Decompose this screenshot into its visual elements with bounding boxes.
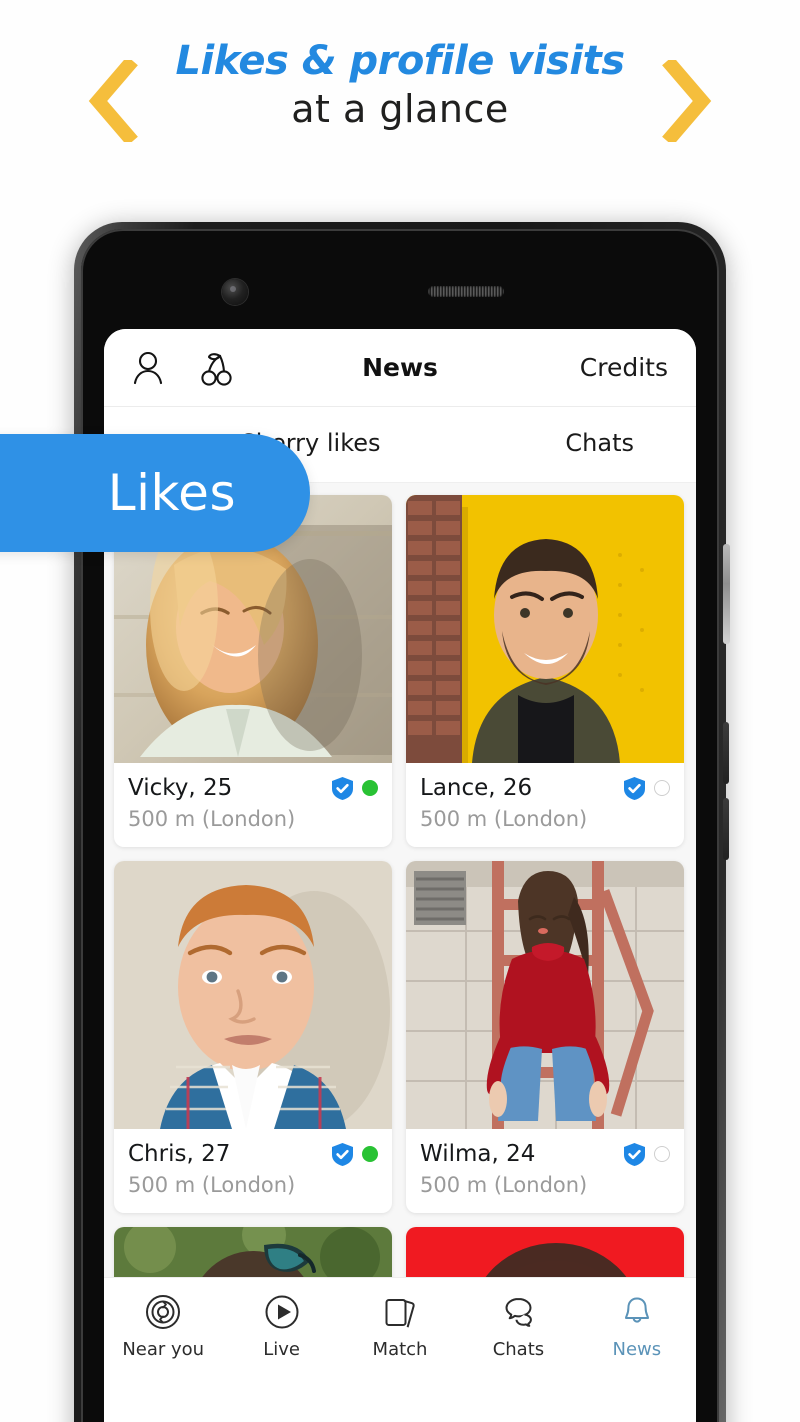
profile-photo[interactable] <box>406 495 684 763</box>
likes-grid: Vicky, 25 500 m (London) Lance, 26 500 m… <box>114 495 686 1299</box>
profile-badges <box>332 1142 378 1166</box>
profile-photo[interactable] <box>114 861 392 1129</box>
online-status-indicator <box>362 1146 378 1162</box>
nav-item-news[interactable]: News <box>578 1292 696 1360</box>
profile-name: Wilma, 24 <box>420 1141 536 1167</box>
nav-label: Near you <box>122 1339 205 1360</box>
profile-distance: 500 m (London) <box>128 1173 296 1197</box>
verified-badge-icon <box>624 776 645 800</box>
bottom-navigation: Near you Live Match Chats News <box>104 1277 696 1395</box>
phone-bezel: News Credits Cherry likes Chats Vicky, 2… <box>81 229 719 1422</box>
profile-name: Chris, 27 <box>128 1141 231 1167</box>
nav-label: Chats <box>492 1339 545 1360</box>
nav-label: News <box>612 1339 662 1360</box>
earpiece-speaker <box>428 286 504 297</box>
tab-chats[interactable]: Chats <box>565 429 634 457</box>
profile-info: Wilma, 24 500 m (London) <box>406 1129 684 1213</box>
profile-card[interactable]: Wilma, 24 500 m (London) <box>406 861 684 1213</box>
bell-icon <box>617 1292 657 1332</box>
promo-header: Likes & profile visits at a glance <box>0 0 800 200</box>
volume-up-button[interactable] <box>723 722 729 784</box>
profile-badges <box>624 776 670 800</box>
profile-card[interactable]: Lance, 26 500 m (London) <box>406 495 684 847</box>
app-header: News Credits <box>104 329 696 407</box>
online-status-indicator <box>362 780 378 796</box>
profile-badges <box>332 776 378 800</box>
chevron-right-icon[interactable] <box>652 60 716 142</box>
nav-item-live[interactable]: Live <box>222 1292 340 1360</box>
speech-bubbles-icon <box>498 1292 538 1332</box>
volume-down-button[interactable] <box>723 798 729 860</box>
verified-badge-icon <box>624 1142 645 1166</box>
profile-info: Lance, 26 500 m (London) <box>406 763 684 847</box>
nav-item-chats[interactable]: Chats <box>459 1292 577 1360</box>
likes-callout-label: Likes <box>107 464 236 522</box>
phone-frame: News Credits Cherry likes Chats Vicky, 2… <box>74 222 730 1422</box>
verified-badge-icon <box>332 776 353 800</box>
profile-distance: 500 m (London) <box>420 1173 588 1197</box>
play-icon <box>262 1292 302 1332</box>
front-camera-icon <box>222 279 248 305</box>
nav-label: Live <box>263 1339 300 1360</box>
profile-name: Lance, 26 <box>420 775 533 801</box>
profile-photo[interactable] <box>406 861 684 1129</box>
online-status-indicator <box>654 1146 670 1162</box>
profile-badges <box>624 1142 670 1166</box>
nav-label: Match <box>372 1339 428 1360</box>
profile-distance: 500 m (London) <box>128 807 296 831</box>
nav-item-near-you[interactable]: Near you <box>104 1292 222 1360</box>
profile-name: Vicky, 25 <box>128 775 233 801</box>
cards-icon <box>380 1292 420 1332</box>
promo-screenshot: Likes & profile visits at a glance News … <box>0 0 800 1422</box>
nav-item-match[interactable]: Match <box>341 1292 459 1360</box>
online-status-indicator <box>654 780 670 796</box>
likes-callout-badge: Likes <box>0 434 310 552</box>
profile-distance: 500 m (London) <box>420 807 588 831</box>
verified-badge-icon <box>332 1142 353 1166</box>
power-button[interactable] <box>723 544 730 644</box>
profile-info: Chris, 27 500 m (London) <box>114 1129 392 1213</box>
radar-icon <box>143 1292 183 1332</box>
profile-info: Vicky, 25 500 m (London) <box>114 763 392 847</box>
likes-grid-container: Vicky, 25 500 m (London) Lance, 26 500 m… <box>104 483 696 1395</box>
credits-link[interactable]: Credits <box>580 353 668 382</box>
profile-card[interactable]: Chris, 27 500 m (London) <box>114 861 392 1213</box>
